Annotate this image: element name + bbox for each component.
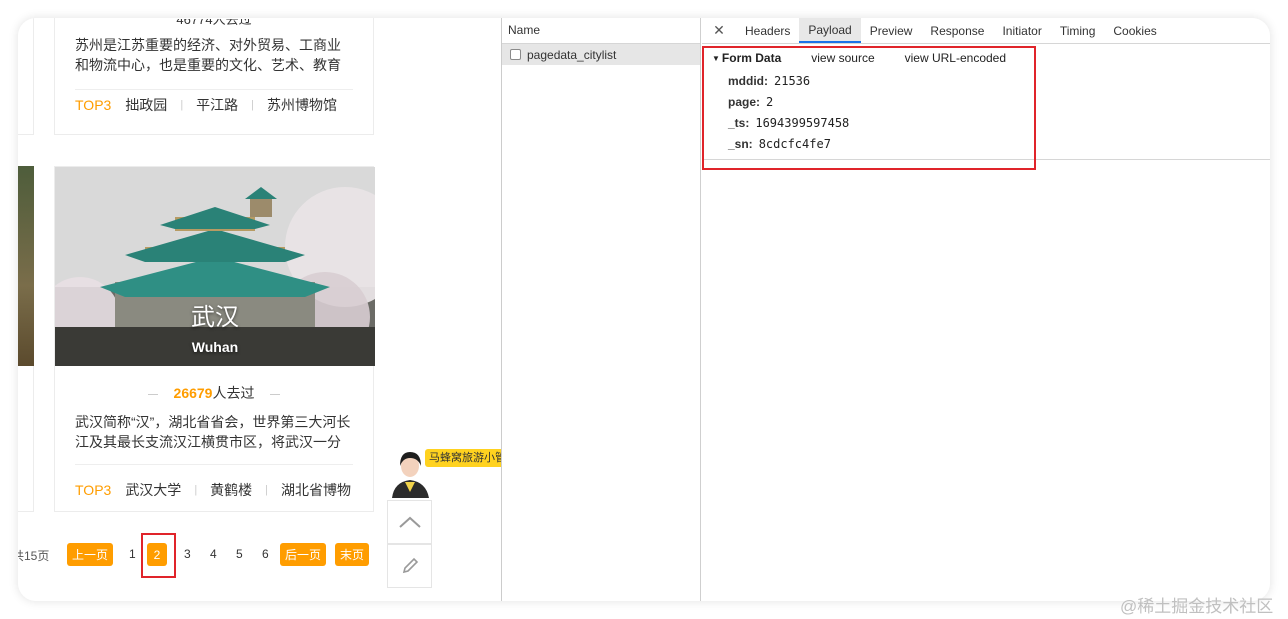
tab-response[interactable]: Response: [921, 18, 993, 43]
visits-suffix: 人去过: [212, 385, 255, 401]
last-page-button[interactable]: 末页: [335, 543, 369, 566]
page-link-4[interactable]: 4: [210, 547, 217, 561]
city-name-cn: 武汉: [191, 304, 239, 331]
watermark: @稀土掘金技术社区: [1120, 597, 1274, 616]
page-link-5[interactable]: 5: [236, 547, 243, 561]
city-description: 武汉简称“汉”，湖北省省会，世界第三大河长江及其最长支流汉江横贯市区，将武汉一分: [75, 414, 351, 450]
back-to-top-button[interactable]: [387, 500, 432, 544]
separator: |: [194, 484, 198, 496]
city-name-en: Wuhan: [191, 339, 239, 355]
top3-tag: TOP3: [75, 482, 112, 498]
attraction-link[interactable]: 黄鹤楼: [210, 480, 252, 500]
attraction-link[interactable]: 武汉大学: [125, 480, 181, 500]
city-card-suzhou[interactable]: 46774人去过 苏州是江苏重要的经济、对外贸易、工商业和物流中心，也是重要的文…: [54, 18, 374, 135]
attraction-link[interactable]: 苏州博物馆: [267, 95, 337, 115]
name-column-header[interactable]: Name: [502, 18, 700, 44]
highlight-box-current-page: [141, 533, 176, 578]
request-name: pagedata_citylist: [527, 47, 617, 62]
pagoda-illustration: [55, 167, 375, 366]
request-detail: ✕ Headers Payload Preview Response Initi…: [702, 18, 1270, 601]
attraction-link[interactable]: 平江路: [196, 95, 238, 115]
assistant-label[interactable]: 马蜂窝旅游小管家: [425, 449, 501, 467]
website-viewport: 46774人去过 苏州是江苏重要的经济、对外贸易、工商业和物流中心，也是重要的文…: [18, 18, 501, 601]
attraction-link[interactable]: 湖北省博物: [281, 480, 351, 500]
total-pages: 共15页: [18, 549, 50, 563]
dash: [147, 393, 158, 395]
pencil-icon: [402, 557, 418, 574]
prev-page-button[interactable]: 上一页: [67, 543, 113, 566]
separator: |: [180, 99, 184, 111]
page-link-3[interactable]: 3: [184, 547, 191, 561]
pagination: 共15页 上一页 1 2 3 4 5 6 后一页 末页: [18, 542, 378, 566]
checkbox-icon: [510, 49, 521, 60]
top3-tag: TOP3: [75, 97, 112, 113]
divider: [75, 464, 353, 465]
separator: |: [251, 99, 255, 111]
edit-feedback-button[interactable]: [387, 544, 432, 588]
request-row[interactable]: pagedata_citylist: [502, 44, 700, 65]
dash: [270, 393, 281, 395]
top3-attractions: TOP3 武汉大学 | 黄鹤楼 | 湖北省博物: [75, 480, 363, 500]
neighbor-card-bottom: [18, 366, 34, 512]
detail-tabbar: ✕ Headers Payload Preview Response Initi…: [702, 18, 1270, 44]
attraction-link[interactable]: 拙政园: [125, 95, 167, 115]
tab-headers[interactable]: Headers: [736, 18, 799, 43]
visits-count-partial: 46774人去过: [176, 19, 252, 27]
visits-number: 26679: [173, 385, 213, 401]
devtools-network-panel: Name pagedata_citylist ✕ Headers Payload…: [501, 18, 1270, 601]
city-card-wuhan[interactable]: 武汉 Wuhan 26679人去过 武汉简称“汉”，湖北省省会，世界第三大河长江…: [54, 166, 375, 512]
highlight-box-form-data: [702, 46, 1036, 170]
chevron-up-icon: [398, 516, 421, 528]
tab-payload[interactable]: Payload: [799, 18, 861, 43]
close-icon[interactable]: ✕: [702, 18, 736, 43]
separator: |: [265, 484, 269, 496]
top3-attractions: TOP3 拙政园 | 平江路 | 苏州博物馆: [75, 95, 363, 115]
divider: [75, 89, 353, 90]
page-link-6[interactable]: 6: [262, 547, 269, 561]
tab-timing[interactable]: Timing: [1051, 18, 1105, 43]
tab-preview[interactable]: Preview: [861, 18, 922, 43]
request-list: Name pagedata_citylist: [502, 18, 701, 601]
next-page-button[interactable]: 后一页: [280, 543, 326, 566]
tab-cookies[interactable]: Cookies: [1104, 18, 1165, 43]
page-link-1[interactable]: 1: [129, 547, 136, 561]
screenshot-frame: 46774人去过 苏州是江苏重要的经济、对外贸易、工商业和物流中心，也是重要的文…: [18, 18, 1270, 601]
neighbor-card-top: [18, 18, 34, 135]
city-image[interactable]: 武汉 Wuhan: [55, 167, 375, 366]
tab-initiator[interactable]: Initiator: [993, 18, 1050, 43]
visits-count: 26679人去过: [55, 383, 373, 403]
neighbor-card-image: [18, 166, 34, 366]
city-description: 苏州是江苏重要的经济、对外贸易、工商业和物流中心，也是重要的文化、艺术、教育: [75, 37, 341, 73]
